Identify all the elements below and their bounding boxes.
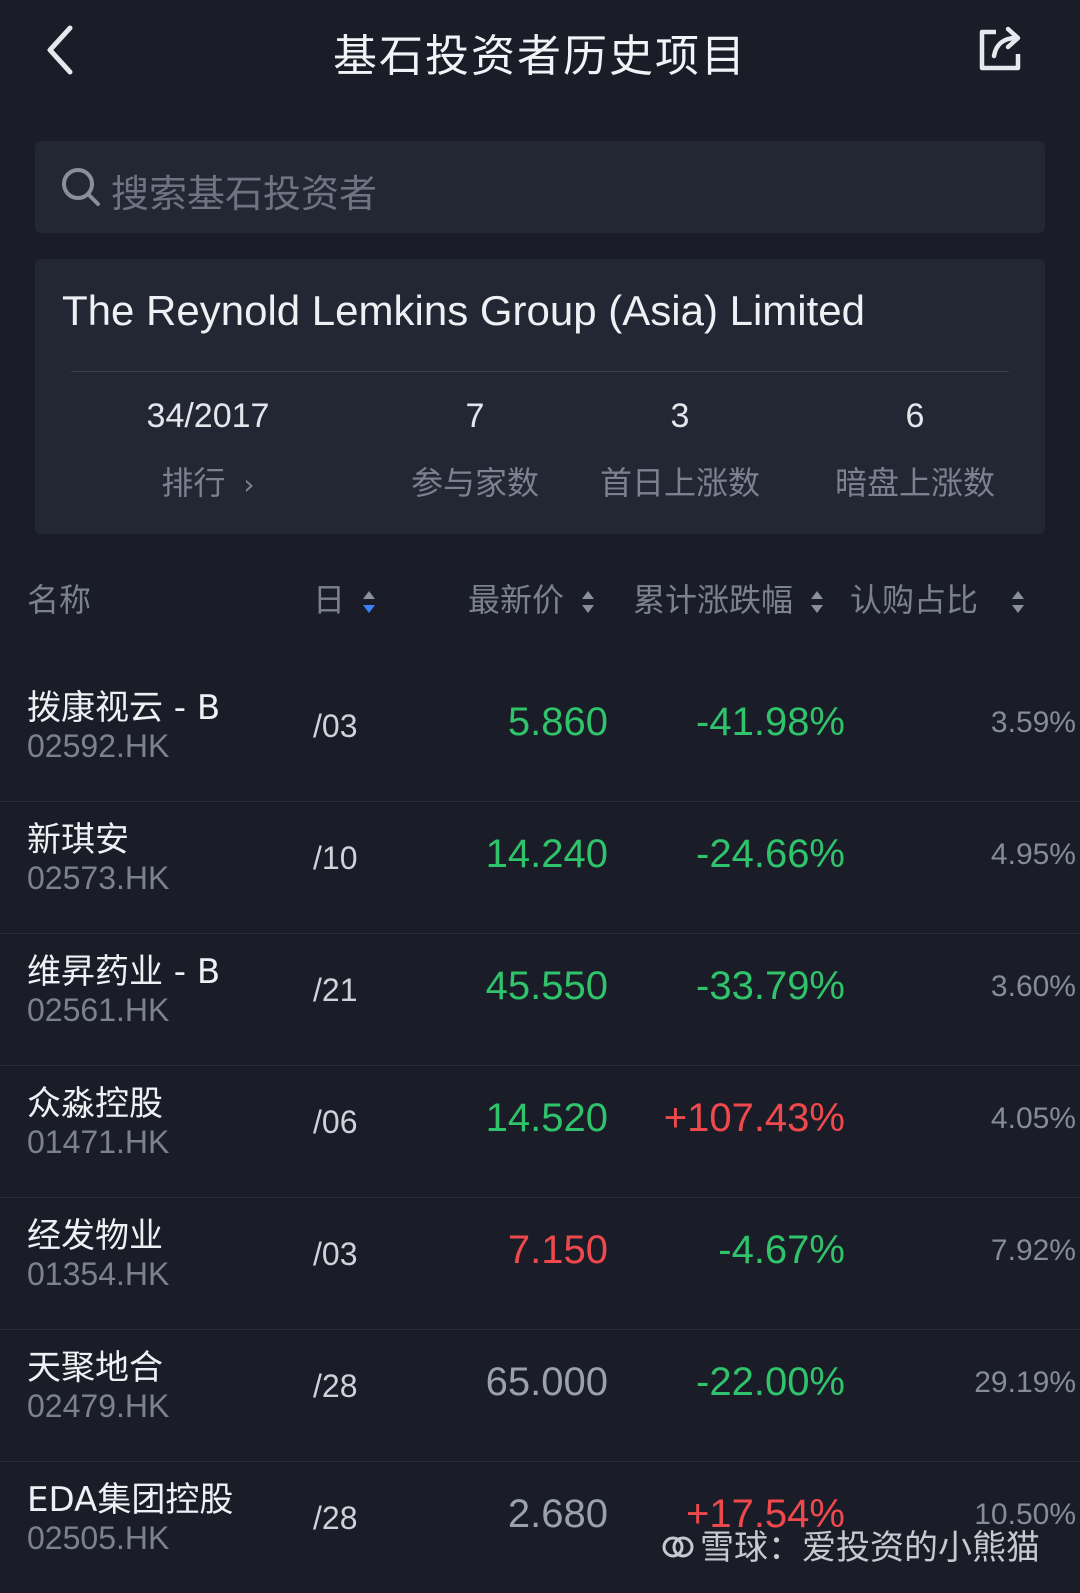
stock-code: 02479.HK [27, 1388, 170, 1424]
stock-list: 拨康视云 - B 02592.HK /03 5.860 -41.98% 3.59… [0, 670, 1080, 1593]
header-change[interactable]: 累计涨跌幅 [633, 575, 825, 621]
subscription-ratio: 29.19% [974, 1366, 1076, 1399]
subscription-ratio: 4.95% [990, 838, 1076, 871]
stat-participants-value: 7 [465, 397, 485, 435]
stat-participants-label: 参与家数 [410, 464, 539, 502]
cumulative-change: -22.00% [696, 1360, 845, 1404]
table-row[interactable]: 拨康视云 - B 02592.HK /03 5.860 -41.98% 3.59… [0, 670, 1080, 802]
stock-name: 新琪安 [27, 820, 129, 860]
header-change-label: 累计涨跌幅 [633, 581, 794, 619]
search-input[interactable]: 搜索基石投资者 [35, 141, 1045, 233]
cumulative-change: -33.79% [696, 964, 845, 1008]
cumulative-change: -41.98% [696, 700, 845, 744]
watermark-text: 雪球：爱投资的小熊猫 [700, 1528, 1040, 1568]
table-header: 名称 日 最新价 累计涨跌幅 认购占比 [0, 575, 1080, 635]
latest-price: 45.550 [485, 964, 608, 1008]
stat-first-day-up: 3 首日上涨数 [590, 397, 770, 504]
stat-rank[interactable]: 34/2017 排行 › [123, 397, 293, 504]
table-row[interactable]: 天聚地合 02479.HK /28 65.000 -22.00% 29.19% [0, 1330, 1080, 1462]
header-price-label: 最新价 [468, 581, 565, 619]
table-row[interactable]: 众淼控股 01471.HK /06 14.520 +107.43% 4.05% [0, 1066, 1080, 1198]
sort-icon [582, 591, 595, 613]
latest-price: 65.000 [485, 1360, 608, 1404]
chevron-right-icon: › [243, 468, 255, 501]
search-placeholder: 搜索基石投资者 [111, 172, 378, 216]
stat-rank-value: 34/2017 [146, 397, 270, 435]
header-ratio[interactable]: 认购占比 [850, 575, 1026, 621]
cumulative-change: +107.43% [663, 1096, 845, 1140]
latest-price: 7.150 [507, 1228, 608, 1272]
stock-code: 02561.HK [27, 992, 170, 1028]
search-icon [62, 168, 100, 206]
xueqiu-logo-icon [662, 1536, 694, 1558]
stat-grey-market-up-value: 6 [905, 397, 925, 435]
stock-code: 01471.HK [27, 1124, 170, 1160]
latest-price: 2.680 [507, 1492, 608, 1536]
stock-code: 01354.HK [27, 1256, 170, 1292]
listing-date: /21 [313, 972, 358, 1008]
sort-active-icon [363, 591, 376, 613]
stat-grey-market-up: 6 暗盘上涨数 [825, 397, 1005, 504]
investor-summary-card: The Reynold Lemkins Group (Asia) Limited… [35, 259, 1045, 534]
top-bar: 基石投资者历史项目 [0, 0, 1080, 110]
header-ratio-label: 认购占比 [850, 581, 979, 619]
subscription-ratio: 7.92% [990, 1234, 1076, 1267]
subscription-ratio: 4.05% [990, 1102, 1076, 1135]
stat-grey-market-up-label: 暗盘上涨数 [834, 464, 995, 502]
stock-name: 众淼控股 [27, 1084, 163, 1124]
header-date-label: 日 [313, 581, 346, 619]
stock-code: 02573.HK [27, 860, 170, 896]
stock-name: 经发物业 [27, 1216, 163, 1256]
sort-icon [1012, 591, 1025, 613]
stat-first-day-up-label: 首日上涨数 [599, 464, 760, 502]
table-row[interactable]: 经发物业 01354.HK /03 7.150 -4.67% 7.92% [0, 1198, 1080, 1330]
stat-participants: 7 参与家数 [390, 397, 560, 504]
page-title: 基石投资者历史项目 [333, 31, 747, 82]
listing-date: /28 [313, 1500, 358, 1536]
listing-date: /28 [313, 1368, 358, 1404]
header-price[interactable]: 最新价 [468, 575, 596, 621]
header-name: 名称 [27, 581, 92, 619]
subscription-ratio: 3.60% [990, 970, 1076, 1003]
stock-name: 拨康视云 - B [27, 688, 221, 728]
table-row[interactable]: 新琪安 02573.HK /10 14.240 -24.66% 4.95% [0, 802, 1080, 934]
latest-price: 14.520 [485, 1096, 608, 1140]
card-divider [71, 371, 1009, 372]
listing-date: /10 [313, 840, 358, 876]
cumulative-change: -24.66% [696, 832, 845, 876]
latest-price: 5.860 [507, 700, 608, 744]
listing-date: /06 [313, 1104, 358, 1140]
stock-code: 02592.HK [27, 728, 170, 764]
watermark: 雪球：爱投资的小熊猫 [660, 1520, 1040, 1569]
stat-rank-label: 排行 [161, 464, 226, 502]
stock-code: 02505.HK [27, 1520, 170, 1556]
subscription-ratio: 3.59% [990, 706, 1076, 739]
table-row[interactable]: 维昇药业 - B 02561.HK /21 45.550 -33.79% 3.6… [0, 934, 1080, 1066]
cumulative-change: -4.67% [718, 1228, 845, 1272]
latest-price: 14.240 [485, 832, 608, 876]
sort-icon [811, 591, 824, 613]
stock-name: 维昇药业 - B [27, 952, 221, 992]
listing-date: /03 [313, 1236, 358, 1272]
listing-date: /03 [313, 708, 358, 744]
stock-name: EDA集团控股 [27, 1480, 234, 1520]
stock-name: 天聚地合 [27, 1348, 163, 1388]
share-icon[interactable] [974, 22, 1028, 76]
investor-name: The Reynold Lemkins Group (Asia) Limited [62, 287, 866, 334]
stat-first-day-up-value: 3 [670, 397, 690, 435]
header-date[interactable]: 日 [313, 575, 377, 621]
